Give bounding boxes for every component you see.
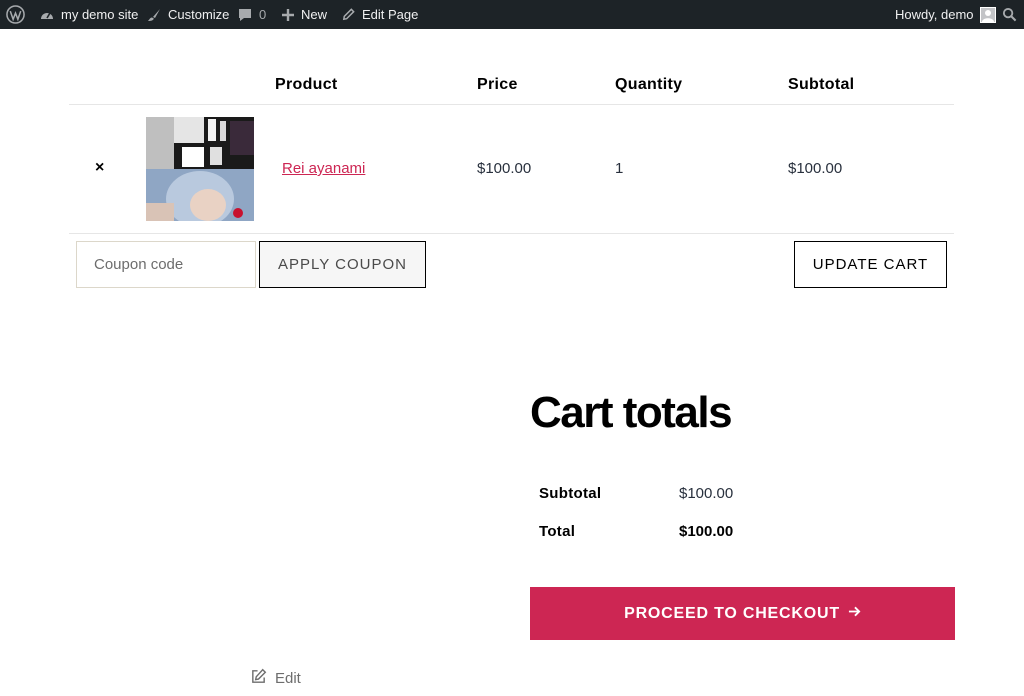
header-quantity: Quantity: [615, 76, 683, 93]
subtotal-label: Subtotal: [539, 485, 602, 502]
avatar: [979, 6, 996, 23]
comments-count: 0: [259, 7, 267, 22]
comment-icon: [237, 7, 253, 23]
my-account-menu[interactable]: Howdy, demo: [895, 0, 996, 29]
search-icon: [1002, 7, 1017, 22]
subtotal-value: $100.00: [679, 485, 734, 502]
cart-totals-title: Cart totals: [530, 388, 733, 437]
row-divider: [69, 233, 954, 234]
total-label: Total: [539, 523, 576, 540]
edit-icon: [250, 668, 267, 689]
arrow-right-icon: [848, 605, 861, 623]
paintbrush-icon: [146, 7, 162, 23]
dashboard-icon: [39, 7, 55, 23]
new-label: New: [301, 7, 328, 22]
item-subtotal: $100.00: [788, 160, 843, 177]
plus-icon: [281, 8, 295, 22]
new-content-menu[interactable]: New: [281, 0, 327, 29]
header-subtotal: Subtotal: [788, 76, 855, 93]
site-name-menu[interactable]: my demo site: [39, 0, 138, 29]
header-price: Price: [477, 76, 518, 93]
header-product: Product: [275, 76, 338, 93]
comments-menu[interactable]: 0: [237, 0, 266, 29]
pencil-icon: [341, 7, 356, 22]
site-name-label: my demo site: [61, 7, 139, 22]
product-thumbnail[interactable]: [146, 117, 254, 221]
customize-label: Customize: [168, 7, 230, 22]
header-divider: [69, 104, 954, 105]
admin-bar: my demo site Customize 0 New Edit Page H…: [0, 0, 1024, 29]
total-value: $100.00: [679, 523, 734, 540]
customize-menu[interactable]: Customize: [146, 0, 229, 29]
proceed-to-checkout-button[interactable]: PROCEED TO CHECKOUT: [530, 587, 955, 640]
apply-coupon-button[interactable]: APPLY COUPON: [259, 241, 426, 288]
admin-search[interactable]: [1002, 0, 1017, 29]
checkout-label: PROCEED TO CHECKOUT: [624, 604, 840, 622]
edit-link[interactable]: Edit: [250, 668, 301, 689]
howdy-label: Howdy, demo: [895, 7, 974, 22]
item-quantity[interactable]: 1: [615, 160, 623, 177]
product-name-link[interactable]: Rei ayanami: [282, 160, 365, 177]
update-cart-button[interactable]: UPDATE CART: [794, 241, 947, 288]
remove-item-button[interactable]: ×: [95, 159, 104, 177]
wordpress-logo-icon: [6, 5, 25, 24]
edit-page-label: Edit Page: [362, 7, 419, 22]
item-price: $100.00: [477, 160, 532, 177]
edit-page-menu[interactable]: Edit Page: [341, 0, 418, 29]
wordpress-logo-menu[interactable]: [6, 0, 25, 29]
coupon-code-input[interactable]: [76, 241, 256, 288]
edit-label: Edit: [275, 670, 301, 687]
